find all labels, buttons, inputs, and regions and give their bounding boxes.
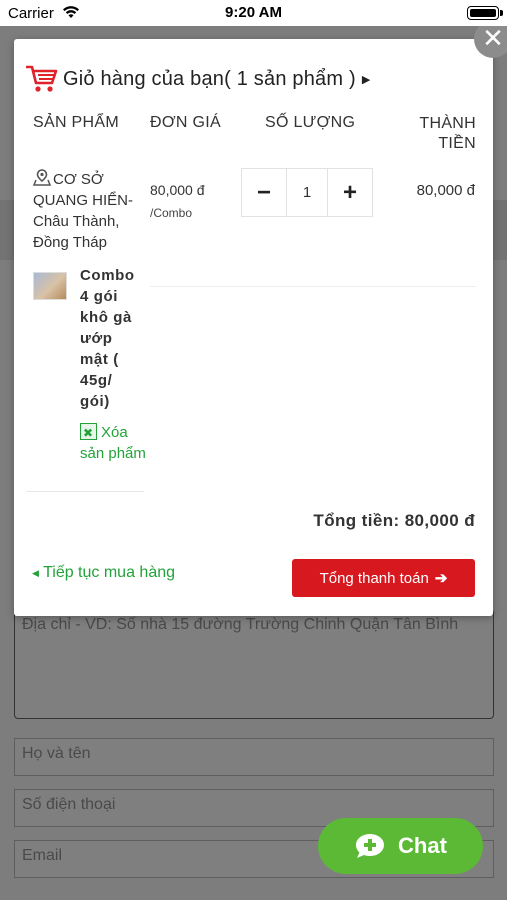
name-field[interactable]: Họ và tên xyxy=(14,738,494,776)
chat-label: Chat xyxy=(398,833,447,858)
cart-title: Giỏ hàng của bạn( 1 sản phẩm ) xyxy=(63,67,356,90)
divider xyxy=(26,491,144,492)
grand-total: Tổng tiền: 80,000 đ xyxy=(313,511,475,530)
chat-button[interactable]: Chat xyxy=(318,818,483,874)
shopping-cart-icon xyxy=(26,65,58,92)
cart-modal: Giỏ hàng của bạn( 1 sản phẩm ) ▶ SẢN PHẨ… xyxy=(14,39,493,616)
caret-left-icon: ◀ xyxy=(32,568,39,578)
price-unit: /Combo xyxy=(150,206,193,220)
unit-price: 80,000 đ xyxy=(150,182,205,198)
line-total: 80,000 đ xyxy=(416,182,475,199)
column-header-total: THÀNH TIỀN xyxy=(419,115,476,152)
column-header-price: ĐƠN GIÁ xyxy=(150,114,221,131)
continue-shopping-label: Tiếp tục mua hàng xyxy=(43,564,176,581)
checkout-button[interactable]: Tổng thanh toán ➔ xyxy=(292,559,475,597)
address-field[interactable]: Địa chỉ - VD: Số nhà 15 đường Trường Chi… xyxy=(14,609,494,719)
decrease-quantity-button[interactable]: − xyxy=(242,169,286,216)
chat-plus-icon xyxy=(356,834,385,858)
delete-x-icon xyxy=(80,423,97,444)
location-pin-icon xyxy=(33,169,51,186)
continue-shopping-link[interactable]: ◀ Tiếp tục mua hàng xyxy=(32,564,175,582)
checkout-label: Tổng thanh toán xyxy=(319,569,429,587)
cart-header: Giỏ hàng của bạn( 1 sản phẩm ) ▶ xyxy=(26,63,370,95)
product-thumbnail[interactable] xyxy=(33,272,67,300)
remove-item-link[interactable]: Xóa sản phẩm xyxy=(80,422,146,464)
battery-icon xyxy=(467,6,503,20)
column-header-quantity: SỐ LƯỢNG xyxy=(265,114,356,131)
increase-quantity-button[interactable]: + xyxy=(328,169,372,216)
caret-right-icon: ▶ xyxy=(361,73,371,86)
divider xyxy=(150,286,476,287)
quantity-stepper: − 1 + xyxy=(241,168,373,217)
clock: 9:20 AM xyxy=(225,4,282,21)
column-header-product: SẢN PHẨM xyxy=(33,114,119,131)
quantity-value[interactable]: 1 xyxy=(286,169,328,216)
arrow-right-icon: ➔ xyxy=(434,570,448,587)
store-info: CƠ SỞ QUANG HIỂN- Châu Thành, Đồng Tháp xyxy=(33,169,151,253)
status-bar: Carrier 9:20 AM xyxy=(0,0,507,26)
product-name[interactable]: Combo 4 gói khô gà ướp mật ( 45g/ gói) xyxy=(80,265,142,412)
